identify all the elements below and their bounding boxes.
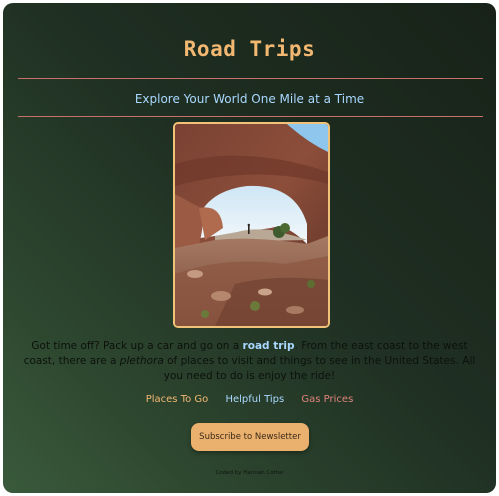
- intro-emphasis: plethora: [119, 355, 164, 367]
- page-card: Road Trips Explore Your World One Mile a…: [3, 3, 496, 493]
- page-title: Road Trips: [183, 37, 316, 61]
- nav-links: Places To Go Helpful Tips Gas Prices: [3, 394, 496, 405]
- intro-text-part1: Got time off? Pack up a car and go on a: [31, 340, 243, 352]
- link-gas-prices[interactable]: Gas Prices: [301, 394, 353, 405]
- link-helpful-tips[interactable]: Helpful Tips: [225, 394, 284, 405]
- link-places-to-go[interactable]: Places To Go: [146, 394, 209, 405]
- intro-text-part3: of places to visit and things to see in …: [163, 355, 476, 382]
- page-subtitle: Explore Your World One Mile at a Time: [134, 92, 365, 106]
- footer-credit: Coded by Hannah Cottar: [215, 470, 284, 476]
- intro-paragraph: Got time off? Pack up a car and go on a …: [17, 339, 482, 384]
- divider-bottom: [18, 116, 483, 117]
- divider-top: [18, 78, 483, 79]
- intro-keyword: road trip: [242, 340, 295, 352]
- arch-photo-illustration: [175, 124, 328, 326]
- hero-photo: [173, 122, 330, 328]
- subscribe-button[interactable]: Subscribe to Newsletter: [191, 423, 309, 451]
